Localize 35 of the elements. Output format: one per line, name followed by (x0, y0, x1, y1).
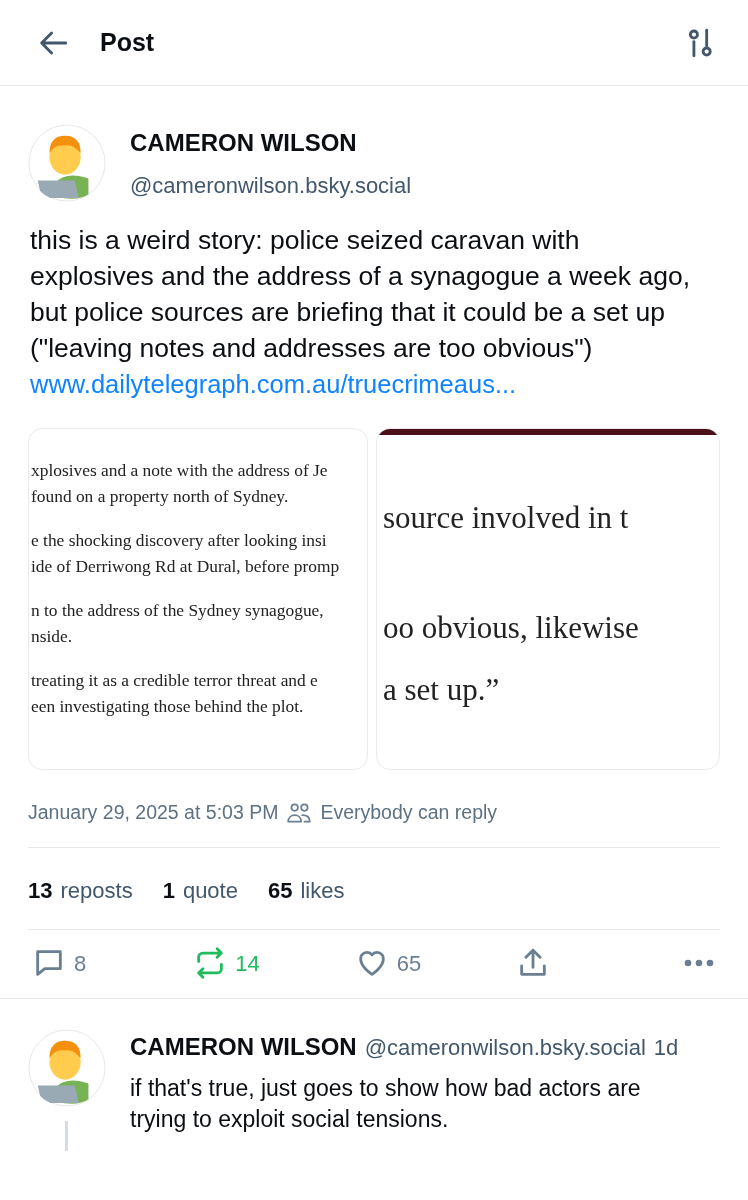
reply-setting: Everybody can reply (320, 800, 498, 825)
post-text: this is a weird story: police seized caravan with explosives and the address of a synagogue a week ago, but police sources are briefing that it could be a set up ("leaving notes and addresses are too obvious") (30, 224, 691, 365)
article-text: xplosives and a note with the address of Je (31, 459, 329, 482)
article-text: source involved in t (383, 499, 630, 537)
article-text: a set up.” (383, 671, 501, 709)
stat-label[interactable]: likes (300, 874, 345, 908)
article-text: found on a property north of Sydney. (31, 485, 290, 508)
article-text: n to the address of the Sydney synagogue, (31, 599, 325, 622)
article-text: treating it as a credible terror threat and e (31, 669, 319, 692)
article-text: oo obvious, likewise (383, 609, 640, 647)
more-icon[interactable] (684, 959, 714, 968)
post-timestamp: January 29, 2025 at 5:03 PM (28, 800, 279, 825)
stat-count[interactable]: 13 (28, 874, 53, 908)
stat-count[interactable]: 1 (162, 874, 175, 908)
avatar[interactable] (28, 1029, 106, 1108)
like-button[interactable]: 65 (354, 946, 516, 981)
stat-label[interactable]: reposts (60, 874, 133, 908)
page-title: Post (100, 26, 155, 58)
author-handle[interactable]: @cameronwilson.bsky.social (364, 1031, 646, 1065)
thread-line (65, 1121, 68, 1152)
article-text: e the shocking discovery after looking insi (31, 529, 328, 552)
reply-text: if that's true, just goes to show how bad actors are trying to exploit social tensions. (130, 1074, 642, 1135)
article-screenshot[interactable]: source involved in t oo obvious, likewise a set up.” (376, 428, 720, 770)
post-time: 1d (653, 1034, 679, 1063)
reply-button[interactable]: 8 (32, 946, 194, 981)
avatar[interactable] (28, 124, 106, 202)
article-text: een investigating those behind the plot. (31, 695, 305, 718)
author-name[interactable]: CAMERON WILSON (130, 124, 412, 161)
article-text: nside. (31, 625, 74, 648)
article-text: ide of Derriwong Rd at Dural, before promp (31, 555, 341, 578)
author-name[interactable]: CAMERON WILSON (130, 1029, 357, 1066)
author-handle[interactable]: @cameronwilson.bsky.social (130, 168, 412, 202)
stat-count[interactable]: 65 (267, 874, 293, 908)
stat-label[interactable]: quote (182, 874, 238, 908)
post-link[interactable]: www.dailytelegraph.com.au/truecrimeaus... (30, 370, 517, 398)
